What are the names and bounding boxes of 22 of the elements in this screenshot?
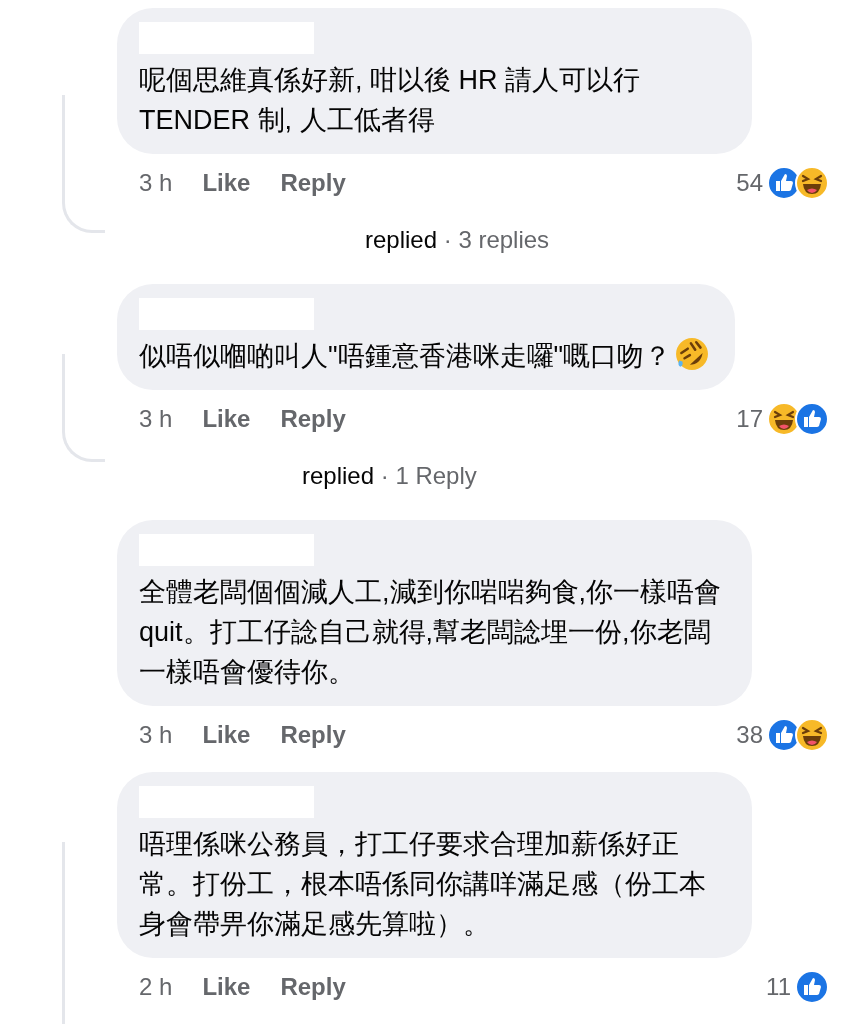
like-link[interactable]: Like bbox=[202, 405, 251, 433]
reaction-count: 11 bbox=[766, 973, 791, 1001]
reply-link[interactable]: Reply bbox=[280, 169, 346, 197]
comment-text: 全體老闆個個減人工,減到你啱啱夠食,你一樣唔會quit。打工仔諗自己就得,幫老闆諗埋一份,你老闆一樣唔會優待你。 bbox=[139, 576, 722, 689]
comment-time: 3 h bbox=[139, 169, 173, 197]
reply-link[interactable]: Reply bbox=[280, 405, 346, 433]
view-replies-link[interactable]: replied · 3 replies bbox=[365, 226, 550, 253]
comment-text: 唔理係咪公務員，打工仔要求合理加薪係好正常。打份工，根本唔係同你講咩滿足感（份工本身會帶畀你滿足感先算啦）。 bbox=[139, 828, 707, 941]
comment-text: 似唔似嗰啲叫人"唔鍾意香港咪走囉"嘅口吻？ bbox=[139, 336, 710, 376]
reply-link[interactable]: Reply bbox=[280, 973, 346, 1001]
like-link[interactable]: Like bbox=[202, 721, 251, 749]
comment-time: 3 h bbox=[139, 405, 173, 433]
reply-link[interactable]: Reply bbox=[280, 721, 346, 749]
reaction-count: 54 bbox=[736, 169, 763, 197]
reaction-count: 38 bbox=[736, 721, 763, 749]
reaction-count: 17 bbox=[736, 405, 763, 433]
view-replies-link[interactable]: replied · 1 Reply bbox=[302, 462, 477, 489]
like-link[interactable]: Like bbox=[202, 169, 251, 197]
comment-time: 3 h bbox=[139, 721, 173, 749]
like-link[interactable]: Like bbox=[202, 973, 251, 1001]
comment-time: 2 h bbox=[139, 973, 173, 1001]
comment-text: 呢個思維真係好新, 咁以後 HR 請人可以行 TENDER 制, 人工低者得 bbox=[139, 64, 641, 137]
